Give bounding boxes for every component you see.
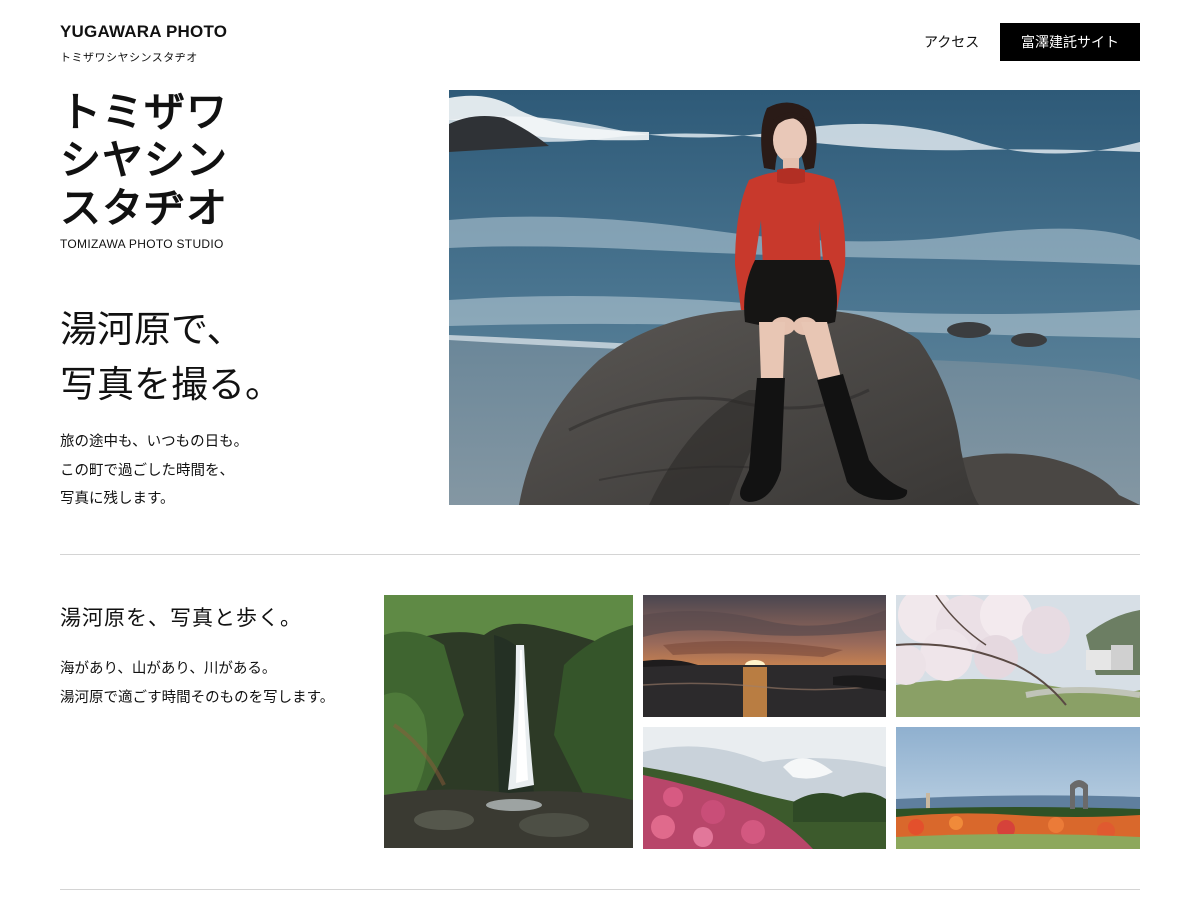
hero-heading-line: 湯河原で、 [60,308,244,351]
azalea-hill-photo[interactable] [643,727,886,849]
flower-garden-photo[interactable] [896,727,1140,849]
gallery-description: 海があり、山があり、川がある。 湯河原で適ごす時間そのものを写します。 [60,655,334,713]
hero-description-line: この町で過ごした時間を、 [60,462,234,479]
studio-title-line: シヤシン [60,136,228,184]
brand[interactable]: YUGAWARA PHOTO トミザワシヤシンスタヂオ [60,22,227,65]
hero-description: 旅の途中も、いつもの日も。 この町で過ごした時間を、 写真に残します。 [60,428,248,514]
hero-heading-line: 写真を撮る。 [60,363,282,406]
bottom-divider [60,889,1140,890]
studio-title-line: トミザワ [60,88,228,136]
hero-portrait-photo [449,90,1140,505]
studio-english-name: TOMIZAWA PHOTO STUDIO [60,237,224,251]
brand-title[interactable]: YUGAWARA PHOTO [60,22,227,42]
gallery-heading: 湯河原を、写真と歩く。 [60,606,302,630]
sunset-photo[interactable] [643,595,886,717]
gallery-description-line: 湯河原で適ごす時間そのものを写します。 [60,690,335,706]
hero-heading: 湯河原で、 写真を撮る。 [60,302,282,412]
cherry-blossom-photo[interactable] [896,595,1140,717]
nav-access-link[interactable]: アクセス [924,32,979,52]
section-divider [60,554,1140,555]
waterfall-photo[interactable] [384,595,633,848]
studio-title-line: スタヂオ [60,184,228,232]
hero-description-line: 写真に残します。 [60,491,175,507]
hero-description-line: 旅の途中も、いつもの日も。 [60,434,249,450]
studio-title: トミザワ シヤシン スタヂオ [60,88,390,232]
brand-subtitle: トミザワシヤシンスタヂオ [60,51,198,64]
company-site-button[interactable]: 富澤建託サイト [1000,23,1140,61]
gallery-description-line: 海があり、山があり、川がある。 [60,661,277,677]
